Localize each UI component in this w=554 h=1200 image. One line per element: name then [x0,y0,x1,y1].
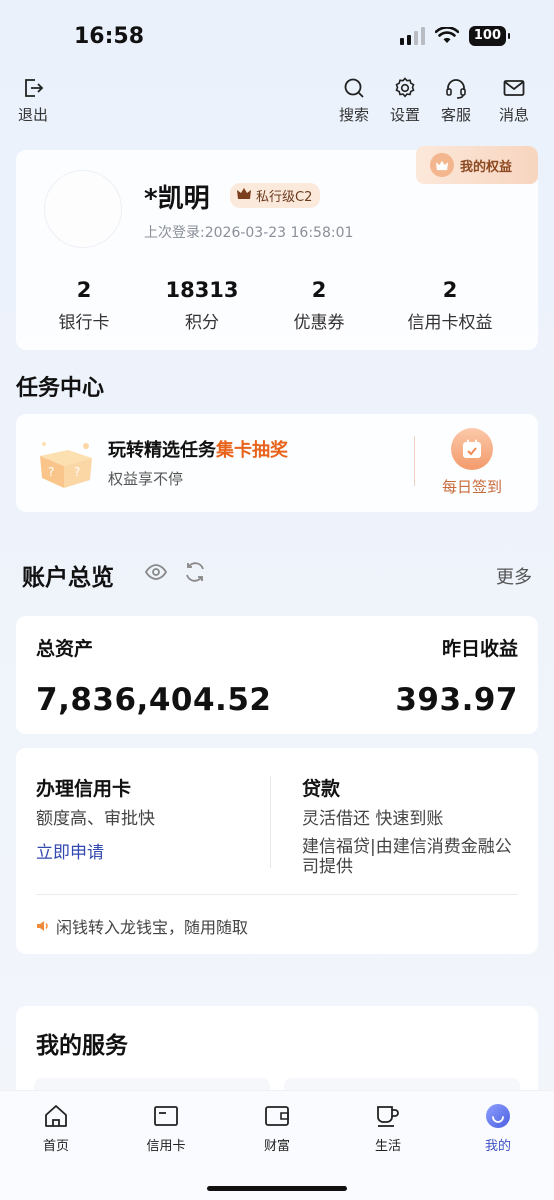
headset-icon [446,79,466,99]
search-button[interactable]: 搜索 [329,76,379,125]
daily-checkin-button[interactable]: 每日签到 [436,428,508,497]
stat-label: 信用卡权益 [407,313,493,333]
member-level-label: 私行级C2 [256,190,313,205]
stat-value: 2 [311,278,327,302]
bottom-tab-bar: 首页 信用卡 财富 生活 我的 [0,1090,554,1200]
loan-provider-line1: 建信福贷|由建信消费金融公 [302,837,512,857]
total-assets-label: 总资产 [36,638,94,660]
user-name: *凯明 [144,184,210,214]
wifi-icon [434,27,459,43]
tab-life-label: 生活 [374,1139,401,1154]
wallet-icon [265,1106,289,1126]
notice-banner[interactable]: 闲钱转入龙钱宝，随用随取 [36,914,248,938]
stat-value: 2 [76,278,92,302]
stat-label: 优惠券 [293,313,345,333]
stat-value: 18313 [165,278,239,302]
crown-icon [430,153,454,177]
home-icon [45,1105,67,1127]
cellular-signal-icon [399,27,425,45]
gift-box-icon: ? ? [40,442,92,488]
settings-label: 设置 [389,106,420,124]
search-icon [344,78,364,98]
eye-icon[interactable] [144,560,168,584]
divider [36,894,518,895]
loan-provider-line2: 司提供 [302,857,353,877]
daily-checkin-label: 每日签到 [441,478,502,496]
notice-text: 闲钱转入龙钱宝，随用随取 [56,918,249,937]
exit-button[interactable]: 退出 [8,76,58,125]
tab-wealth[interactable]: 财富 [237,1103,317,1154]
account-overview-title: 账户总览 [22,565,114,591]
apply-now-link[interactable]: 立即申请 [36,838,104,863]
speaker-icon [37,921,48,931]
loan-desc: 灵活借还 快速到账 [302,809,444,829]
battery-indicator: 100 [468,26,511,46]
stat-value: 2 [442,278,458,302]
tab-home-label: 首页 [42,1139,69,1154]
credit-loan-card: 办理信用卡 额度高、审批快 立即申请 贷款 灵活借还 快速到账 建信福贷|由建信… [16,748,538,954]
credit-card-apply-title[interactable]: 办理信用卡 [36,774,131,801]
messages-button[interactable]: 消息 [489,76,539,125]
status-time: 16:58 [74,24,145,49]
last-login-time: 上次登录:2026-03-23 16:58:01 [144,225,354,241]
logout-icon [25,79,44,97]
stat-label: 积分 [185,313,219,333]
smile-face-icon [486,1104,510,1128]
tab-credit-card[interactable]: 信用卡 [126,1103,206,1154]
my-rights-label: 我的权益 [460,159,513,175]
tab-mine[interactable]: 我的 [458,1103,538,1154]
status-bar: 16:58 100 [0,0,554,70]
avatar[interactable] [44,170,122,248]
stat-points[interactable]: 18313 积分 [152,278,252,333]
profile-card: *凯明 私行级C2 上次登录:2026-03-23 16:58:01 我的权益 … [16,146,538,350]
settings-button[interactable]: 设置 [380,76,430,125]
messages-label: 消息 [498,106,529,124]
refresh-icon[interactable] [183,560,207,584]
exit-label: 退出 [17,106,48,124]
credit-card-desc: 额度高、审批快 [36,809,155,829]
my-services-title: 我的服务 [36,1033,128,1059]
task-subtitle: 权益享不停 [108,470,184,488]
tab-wealth-label: 财富 [263,1139,290,1154]
yesterday-income-label: 昨日收益 [441,638,518,660]
task-headline: 玩转精选任务集卡抽奖 [108,436,288,462]
tab-home[interactable]: 首页 [16,1103,96,1154]
customer-service-button[interactable]: 客服 [431,76,481,125]
calendar-check-icon [451,428,493,470]
crown-icon [237,188,251,199]
customer-service-label: 客服 [440,106,471,124]
total-assets-value: 7,836,404.52 [36,682,272,718]
gear-icon [395,77,415,98]
loan-title[interactable]: 贷款 [302,774,340,801]
mail-icon [503,80,525,96]
stat-coupons[interactable]: 2 优惠券 [279,278,359,333]
stat-credit-card-rights[interactable]: 2 信用卡权益 [394,278,506,333]
svg-text:?: ? [48,465,54,479]
tab-life[interactable]: 生活 [348,1103,428,1154]
total-assets-card[interactable]: 总资产 7,836,404.52 昨日收益 393.97 [16,616,538,734]
cup-icon [377,1106,399,1127]
top-navigation: 退出 搜索 设置 客服 消息 [0,76,554,126]
tab-credit-card-label: 信用卡 [146,1139,186,1154]
stat-bank-cards[interactable]: 2 银行卡 [44,278,124,333]
stat-label: 银行卡 [58,313,110,333]
task-center-title: 任务中心 [16,376,105,401]
divider [414,436,415,486]
search-label: 搜索 [338,106,369,124]
home-indicator [207,1186,347,1191]
member-level-badge[interactable]: 私行级C2 [230,183,321,208]
task-headline-highlight: 集卡抽奖 [216,440,288,461]
task-center-card[interactable]: ? ? 玩转精选任务集卡抽奖 权益享不停 每日签到 [16,414,538,512]
my-rights-button[interactable]: 我的权益 [416,146,538,184]
divider [270,776,271,868]
credit-card-icon [154,1106,178,1126]
status-icons: 100 [399,26,511,46]
overview-more-link[interactable]: 更多 [496,563,532,589]
tab-mine-label: 我的 [484,1139,511,1154]
task-headline-prefix: 玩转精选任务 [108,440,216,461]
yesterday-income-value: 393.97 [395,682,518,718]
svg-text:?: ? [74,465,80,479]
